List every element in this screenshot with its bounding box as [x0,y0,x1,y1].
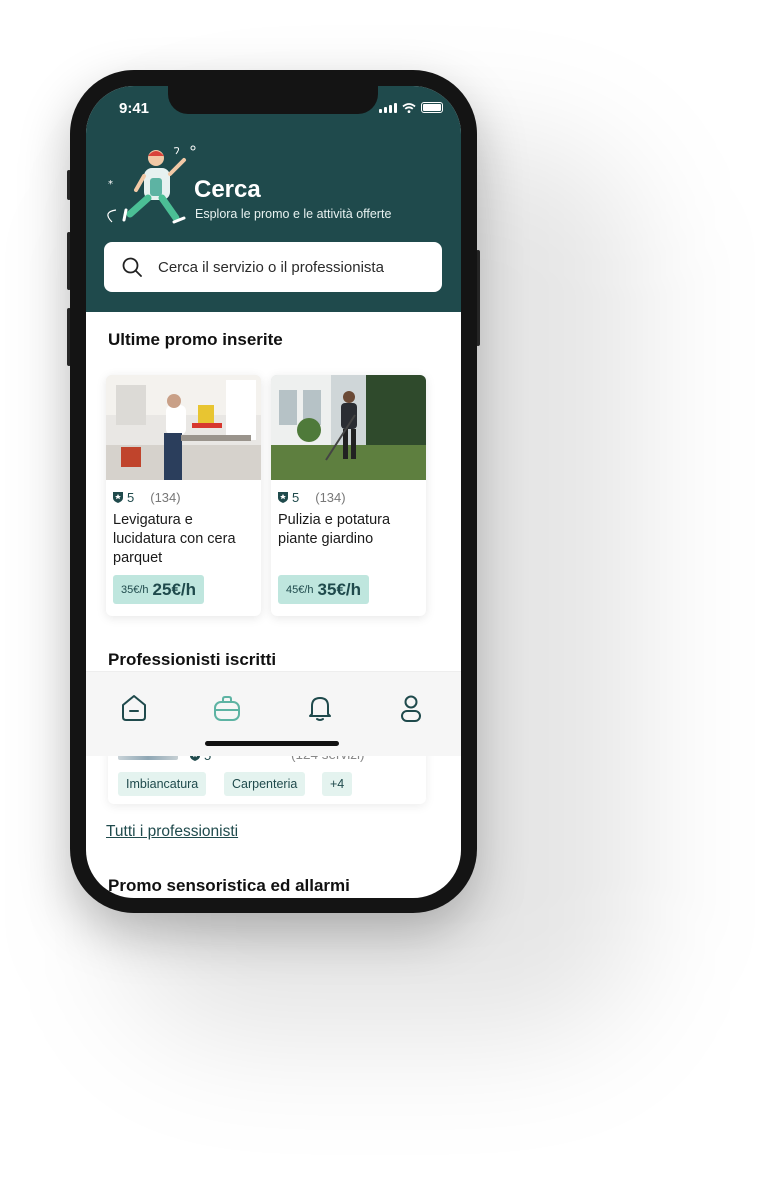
promo-card[interactable]: 5 (134) Levigatura e lucidatura con cera… [106,375,261,616]
page-subtitle: Esplora le promo e le attività offerte [195,207,392,221]
promo-image-garden [271,375,426,480]
promo-title: Pulizia e potatura piante giardino [278,512,391,547]
price-old: 45€/h [286,583,314,596]
tag-chip[interactable]: +4 [322,772,353,796]
tag-chip[interactable]: Carpenteria [224,772,306,796]
promo-rating: 5 (134) [113,490,181,505]
price-old: 35€/h [121,583,149,596]
all-professionals-link[interactable]: Tutti i professionisti [106,823,238,841]
promo-rating-value: 5 [292,490,300,505]
price-new: 35€/h [317,579,362,599]
wifi-icon [402,103,416,113]
promo-rating: 5 (134) [278,490,346,505]
sensor-promos-heading: Promo sensoristica ed allarmi [108,876,350,895]
mascot-illustration: * [107,145,196,224]
app-screen: 9:41 * Cerca Esplora le promo e le attiv… [86,86,461,898]
price-badge: 45€/h 35€/h [278,575,370,604]
user-icon[interactable] [395,692,427,724]
tab-bar [86,671,461,756]
price-badge: 35€/h 25€/h [113,575,205,604]
home-icon[interactable] [118,692,150,724]
battery-icon [421,102,443,113]
promo-title: Levigatura e lucidatura con cera parquet [113,512,236,566]
search-header: 9:41 * Cerca Esplora le promo e le attiv… [86,86,461,312]
promo-rating-count: (134) [315,490,346,505]
promo-card[interactable]: 5 (134) Pulizia e potatura piante giardi… [271,375,426,616]
promo-image-parquet [106,375,261,480]
status-time: 9:41 [119,100,150,117]
tag-chip[interactable]: Imbiancatura [118,772,207,796]
phone-notch [168,86,378,114]
latest-promos-heading: Ultime promo inserite [108,330,283,349]
page-title: Cerca [194,176,261,203]
search-input[interactable]: Cerca il servizio o il professionista [104,242,442,292]
search-placeholder: Cerca il servizio o il professionista [158,259,384,276]
briefcase-icon[interactable] [211,692,243,724]
home-indicator [205,741,339,746]
status-icons [379,102,443,113]
price-new: 25€/h [152,579,197,599]
search-icon [122,257,142,277]
signal-icon [379,103,397,113]
shield-icon [113,492,123,503]
shield-icon [278,492,288,503]
phone-frame: 9:41 * Cerca Esplora le promo e le attiv… [70,70,477,913]
professionals-heading: Professionisti iscritti [108,650,277,669]
promo-rating-value: 5 [127,490,135,505]
svg-text:*: * [108,179,113,190]
promo-rating-count: (134) [150,490,181,505]
bell-icon[interactable] [304,692,336,724]
